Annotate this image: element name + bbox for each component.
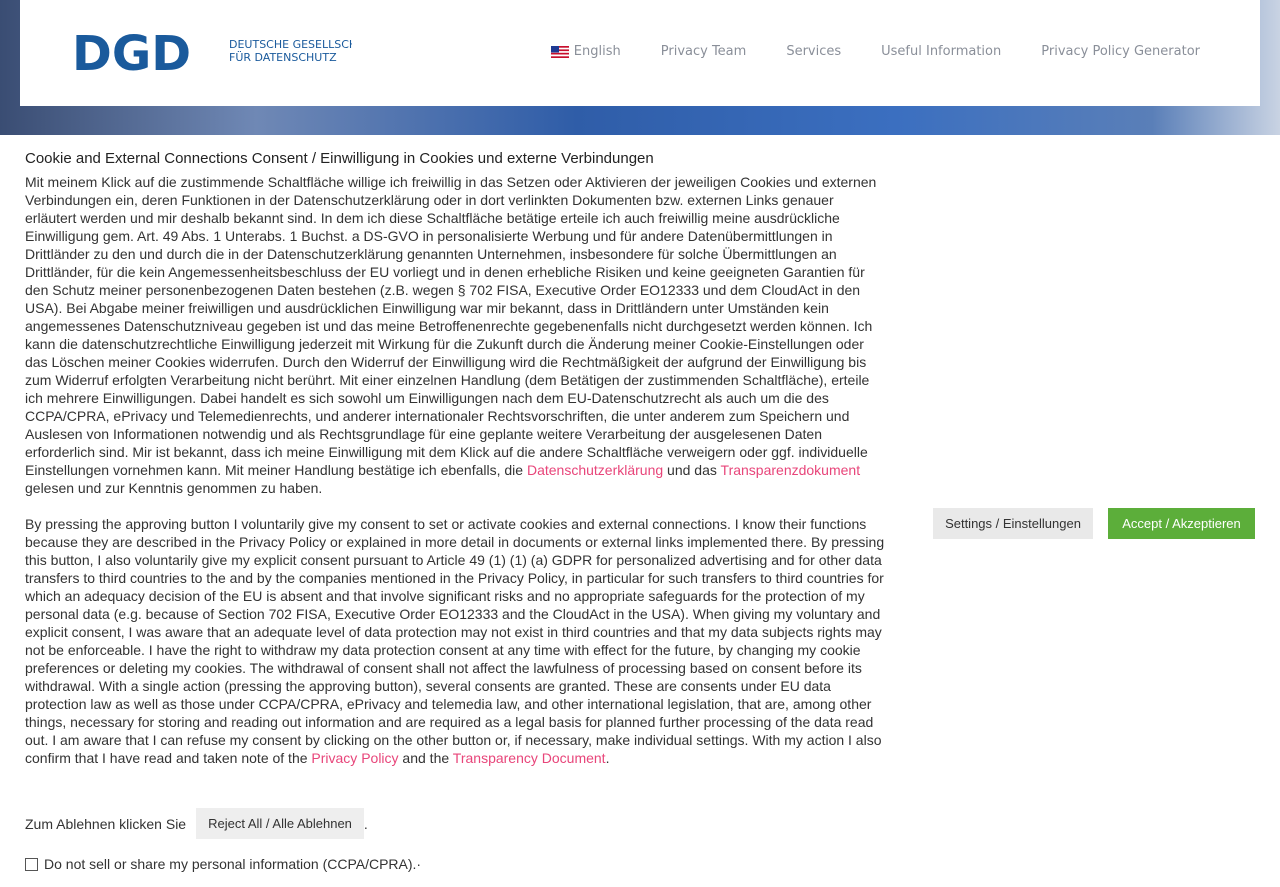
nav-item-useful-information[interactable]: Useful Information [881, 44, 1001, 59]
logo-line1: DEUTSCHE GESELLSCHAFT [229, 38, 352, 51]
cookie-consent-panel: Cookie and External Connections Consent … [0, 135, 1280, 887]
optout-checkbox[interactable] [25, 857, 38, 871]
nav-item-services[interactable]: Services [786, 44, 841, 59]
german-paragraph: Mit meinem Klick auf die zustimmende Sch… [25, 173, 887, 497]
english-paragraph: By pressing the approving button I volun… [25, 515, 887, 767]
german-mid: und das [663, 462, 721, 478]
settings-button[interactable]: Settings / Einstellungen [933, 508, 1093, 539]
logo-letters: DGD [72, 30, 191, 76]
optout-label: Do not sell or share my personal informa… [44, 856, 422, 872]
nav-label: English [573, 44, 621, 59]
dgd-logo[interactable]: DGD DEUTSCHE GESELLSCHAFT FÜR DATENSCHUT… [72, 26, 378, 82]
nav-label: Privacy Policy Generator [1041, 44, 1200, 59]
german-text: Mit meinem Klick auf die zustimmende Sch… [25, 174, 877, 478]
nav-item-privacy-policy-generator[interactable]: Privacy Policy Generator [1041, 44, 1200, 59]
english-text: By pressing the approving button I volun… [25, 516, 885, 766]
nav-item-privacy-team[interactable]: Privacy Team [661, 44, 747, 59]
us-flag-icon [550, 45, 569, 58]
consent-title: Cookie and External Connections Consent … [25, 150, 654, 167]
nav-label: Useful Information [881, 44, 1002, 59]
datenschutzerklaerung-link[interactable]: Datenschutzerklärung [527, 462, 663, 478]
english-mid: and the [398, 750, 453, 766]
reject-prefix: Zum Ablehnen klicken Sie [25, 815, 187, 832]
ccpa-optout[interactable]: Do not sell or share my personal informa… [25, 856, 421, 872]
reject-suffix: . [363, 815, 368, 832]
reject-all-button[interactable]: Reject All / Alle Ablehnen [196, 808, 364, 839]
transparency-document-link[interactable]: Transparency Document [453, 750, 606, 766]
consent-body: Mit meinem Klick auf die zustimmende Sch… [25, 173, 887, 785]
main-nav: English Privacy Team Services Useful Inf… [550, 44, 1200, 59]
reject-line: Zum Ablehnen klicken Sie Reject All / Al… [25, 808, 368, 839]
nav-item-english[interactable]: English [550, 44, 621, 59]
privacy-policy-link[interactable]: Privacy Policy [311, 750, 398, 766]
transparenzdokument-link[interactable]: Transparenzdokument [721, 462, 861, 478]
german-end: gelesen und zur Kenntnis genommen zu hab… [25, 480, 323, 496]
english-end: . [605, 750, 610, 766]
nav-label: Services [786, 44, 842, 59]
site-header: DGD DEUTSCHE GESELLSCHAFT FÜR DATENSCHUT… [20, 0, 1260, 106]
logo-line2: FÜR DATENSCHUTZ [229, 51, 337, 64]
accept-button[interactable]: Accept / Akzeptieren [1108, 508, 1255, 539]
nav-label: Privacy Team [660, 44, 747, 59]
